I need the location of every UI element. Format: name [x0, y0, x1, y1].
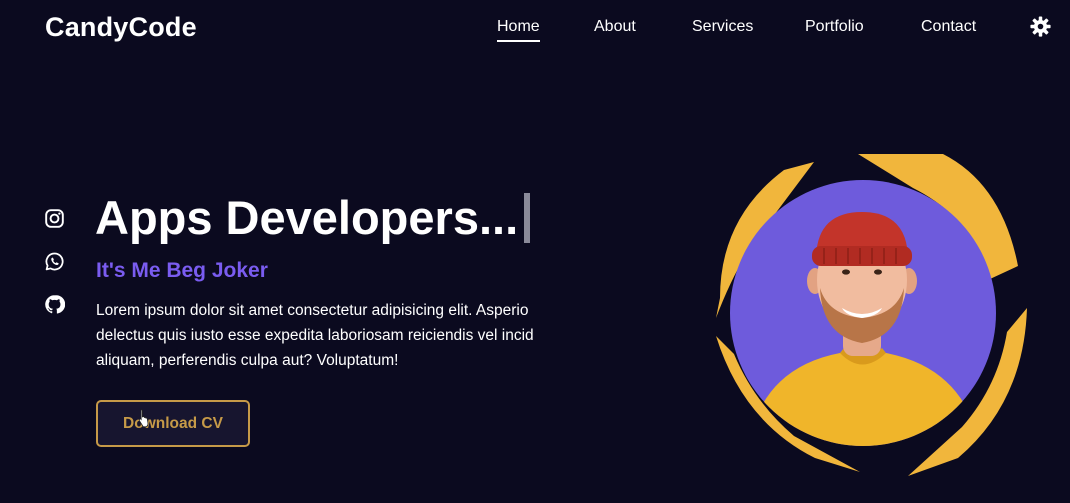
nav-link-portfolio[interactable]: Portfolio — [805, 18, 864, 36]
nav-link-home[interactable]: Home — [497, 18, 540, 42]
nav-link-services[interactable]: Services — [692, 18, 753, 36]
hero-headline: Apps Developers... — [95, 190, 531, 245]
nav-link-about[interactable]: About — [594, 18, 636, 36]
github-icon[interactable] — [44, 294, 66, 315]
hero-description: Lorem ipsum dolor sit amet consectetur a… — [96, 302, 534, 369]
hero-image — [690, 140, 1030, 480]
typing-caret — [524, 192, 531, 243]
main-nav: Home About Services Portfolio Contact — [0, 18, 1070, 42]
hero-headline-text: Apps Developers... — [95, 191, 519, 244]
hero-subheadline: It's Me Beg Joker — [96, 259, 268, 282]
page: CandyCode Home About Services Portfolio … — [0, 0, 1070, 503]
download-cv-button[interactable]: Download CV — [96, 400, 250, 447]
mouse-cursor-icon — [138, 408, 152, 428]
whatsapp-icon[interactable] — [44, 251, 65, 272]
gear-icon[interactable] — [1030, 16, 1051, 37]
instagram-icon[interactable] — [44, 208, 65, 229]
nav-link-contact[interactable]: Contact — [921, 18, 976, 36]
